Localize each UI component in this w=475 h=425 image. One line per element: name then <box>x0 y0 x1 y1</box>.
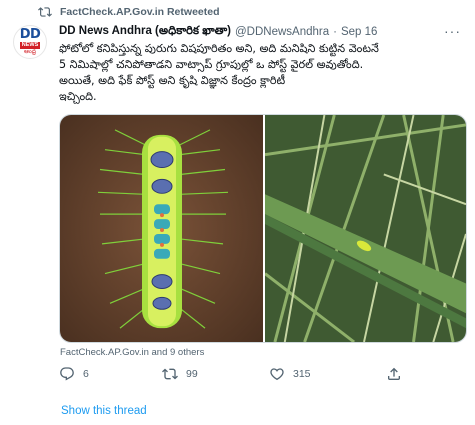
avatar[interactable]: DD NEWS ఆంధ్ర <box>13 25 47 59</box>
retweet-icon <box>38 5 52 19</box>
heart-icon <box>270 368 284 381</box>
author-name[interactable]: DD News Andhra (అధికారిక ఖాతా) <box>59 24 231 40</box>
retweet-button[interactable]: 99 <box>162 366 198 382</box>
action-bar: 6 99 315 <box>59 366 459 386</box>
like-button[interactable]: 315 <box>269 366 311 382</box>
author-handle[interactable]: @DDNewsAndhra <box>235 26 329 38</box>
grass-photo[interactable] <box>265 115 466 342</box>
like-count: 315 <box>293 368 311 380</box>
tagged-users[interactable]: FactCheck.AP.Gov.in and 9 others <box>60 346 204 358</box>
tweet-media <box>59 114 467 343</box>
share-button[interactable] <box>386 366 402 382</box>
reply-icon <box>60 367 74 381</box>
more-options-icon[interactable]: ··· <box>444 24 461 38</box>
retweet-count: 99 <box>186 368 198 380</box>
retweet-context[interactable]: FactCheck.AP.Gov.in Retweeted <box>38 4 220 20</box>
caterpillar-photo[interactable] <box>60 115 263 342</box>
tweet-text-line: ఇచ్చింది. <box>59 90 97 103</box>
reply-button[interactable]: 6 <box>59 366 89 382</box>
tweet-text: ఫోటోలో కనిపిస్తున్న పురుగు విషపూరితం అని… <box>59 41 467 105</box>
retweet-icon <box>162 368 178 380</box>
tweet-text-line: ఫోటోలో కనిపిస్తున్న పురుగు విషపూరితం అని… <box>59 42 379 55</box>
avatar-logo-text: DD <box>19 26 41 42</box>
tweet-text-line: 5 నిమిషాల్లో చనిపోతాడని వాట్సాప్ గ్రూపుల… <box>59 58 364 71</box>
tweet-header: DD News Andhra (అధికారిక ఖాతా) @DDNewsAn… <box>59 24 465 40</box>
tweet-text-line: అయితే, అది ఫేక్ పోస్ట్ అని కృషి విజ్ఞాన … <box>59 74 286 87</box>
separator-dot: · <box>333 26 337 38</box>
tweet-time[interactable]: Sep 16 <box>341 26 377 38</box>
avatar-banner: NEWS <box>19 41 41 49</box>
avatar-script: ఆంధ్ర <box>23 48 37 55</box>
share-icon <box>388 367 400 380</box>
retweet-label: FactCheck.AP.Gov.in Retweeted <box>60 6 220 18</box>
show-thread-link[interactable]: Show this thread <box>61 405 147 417</box>
tagged-users-label: FactCheck.AP.Gov.in and 9 others <box>60 346 205 358</box>
reply-count: 6 <box>83 368 89 380</box>
